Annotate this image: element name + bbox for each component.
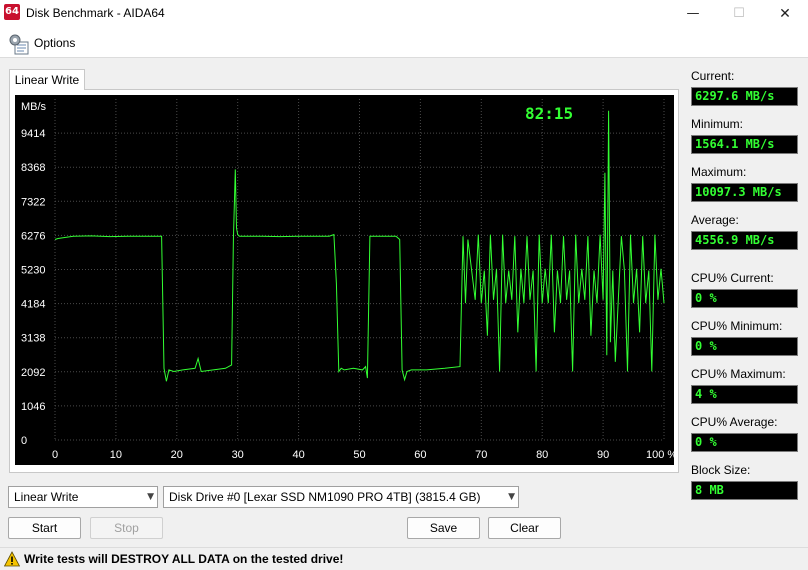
save-button[interactable]: Save [407,517,480,539]
minimum-value: 1564.1 MB/s [691,135,798,154]
drive-select-value: Disk Drive #0 [Lexar SSD NM1090 PRO 4TB]… [169,490,481,504]
y-axis-ticks: 0 1046 2092 3138 4184 5230 6276 7322 8368 9414 [21,128,45,447]
benchmark-chart-svg: 0 1046 2092 3138 4184 5230 6276 7322 8368 9414 0 1… [21,99,674,461]
x-tick-label: 100 % [646,449,674,461]
y-tick-label: 0 [21,435,27,447]
test-type-select[interactable]: Linear Write ▼ [8,486,158,508]
y-tick-label: 9414 [21,128,45,140]
current-label: Current: [691,69,735,83]
cpu-maximum-label: CPU% Maximum: [691,367,786,381]
cpu-average-label: CPU% Average: [691,415,778,429]
title-bar: 64 Disk Benchmark - AIDA64 — ☐ ✕ [0,0,808,28]
aida64-app-icon: 64 [4,4,20,20]
drive-select[interactable]: Disk Drive #0 [Lexar SSD NM1090 PRO 4TB]… [163,486,519,508]
cpu-maximum-value: 4 % [691,385,798,404]
stop-button[interactable]: Stop [90,517,163,539]
y-tick-label: 4184 [21,299,45,311]
average-label: Average: [691,213,739,227]
options-menu[interactable]: Options [34,36,75,50]
tab-linear-write[interactable]: Linear Write [9,69,85,90]
y-tick-label: 5230 [21,265,45,277]
cpu-current-label: CPU% Current: [691,271,774,285]
clear-button[interactable]: Clear [488,517,561,539]
x-tick-label: 0 [52,449,58,461]
cpu-minimum-value: 0 % [691,337,798,356]
menu-bar: Options [0,28,808,58]
chevron-down-icon: ▼ [508,492,515,502]
cpu-average-value: 0 % [691,433,798,452]
average-value: 4556.9 MB/s [691,231,798,250]
cpu-current-value: 0 % [691,289,798,308]
maximize-button[interactable]: ☐ [716,0,762,28]
x-tick-label: 90 [597,449,609,461]
elapsed-timer: 82:15 [525,104,573,123]
x-tick-label: 70 [475,449,487,461]
status-bar: Write tests will DESTROY ALL DATA on the… [0,547,808,570]
y-tick-label: 2092 [21,367,45,379]
chart-grid [54,99,665,441]
window-title: Disk Benchmark - AIDA64 [26,6,165,20]
options-gear-icon[interactable] [8,33,30,55]
start-button[interactable]: Start [8,517,81,539]
warning-message: Write tests will DESTROY ALL DATA on the… [24,552,344,566]
y-axis-label: MB/s [21,101,47,113]
chevron-down-icon: ▼ [147,492,154,502]
y-tick-label: 8368 [21,162,45,174]
y-tick-label: 3138 [21,333,45,345]
minimize-button[interactable]: — [670,0,716,28]
x-tick-label: 40 [292,449,304,461]
y-tick-label: 7322 [21,196,45,208]
x-axis-ticks: 0 10 20 30 40 50 60 70 80 90 100 % [52,449,674,461]
x-tick-label: 10 [110,449,122,461]
current-value: 6297.6 MB/s [691,87,798,106]
cpu-minimum-label: CPU% Minimum: [691,319,783,333]
x-tick-label: 30 [232,449,244,461]
x-tick-label: 80 [536,449,548,461]
x-tick-label: 20 [171,449,183,461]
maximum-value: 10097.3 MB/s [691,183,798,202]
y-tick-label: 1046 [21,401,45,413]
warning-icon [4,551,20,567]
benchmark-chart: 0 1046 2092 3138 4184 5230 6276 7322 8368 9414 0 1… [15,95,674,465]
block-size-label: Block Size: [691,463,751,477]
test-type-select-value: Linear Write [14,490,79,504]
x-tick-label: 60 [414,449,426,461]
close-button[interactable]: ✕ [762,0,808,28]
maximum-label: Maximum: [691,165,747,179]
minimum-label: Minimum: [691,117,744,131]
y-tick-label: 6276 [21,230,45,242]
x-tick-label: 50 [353,449,365,461]
block-size-value: 8 MB [691,481,798,500]
